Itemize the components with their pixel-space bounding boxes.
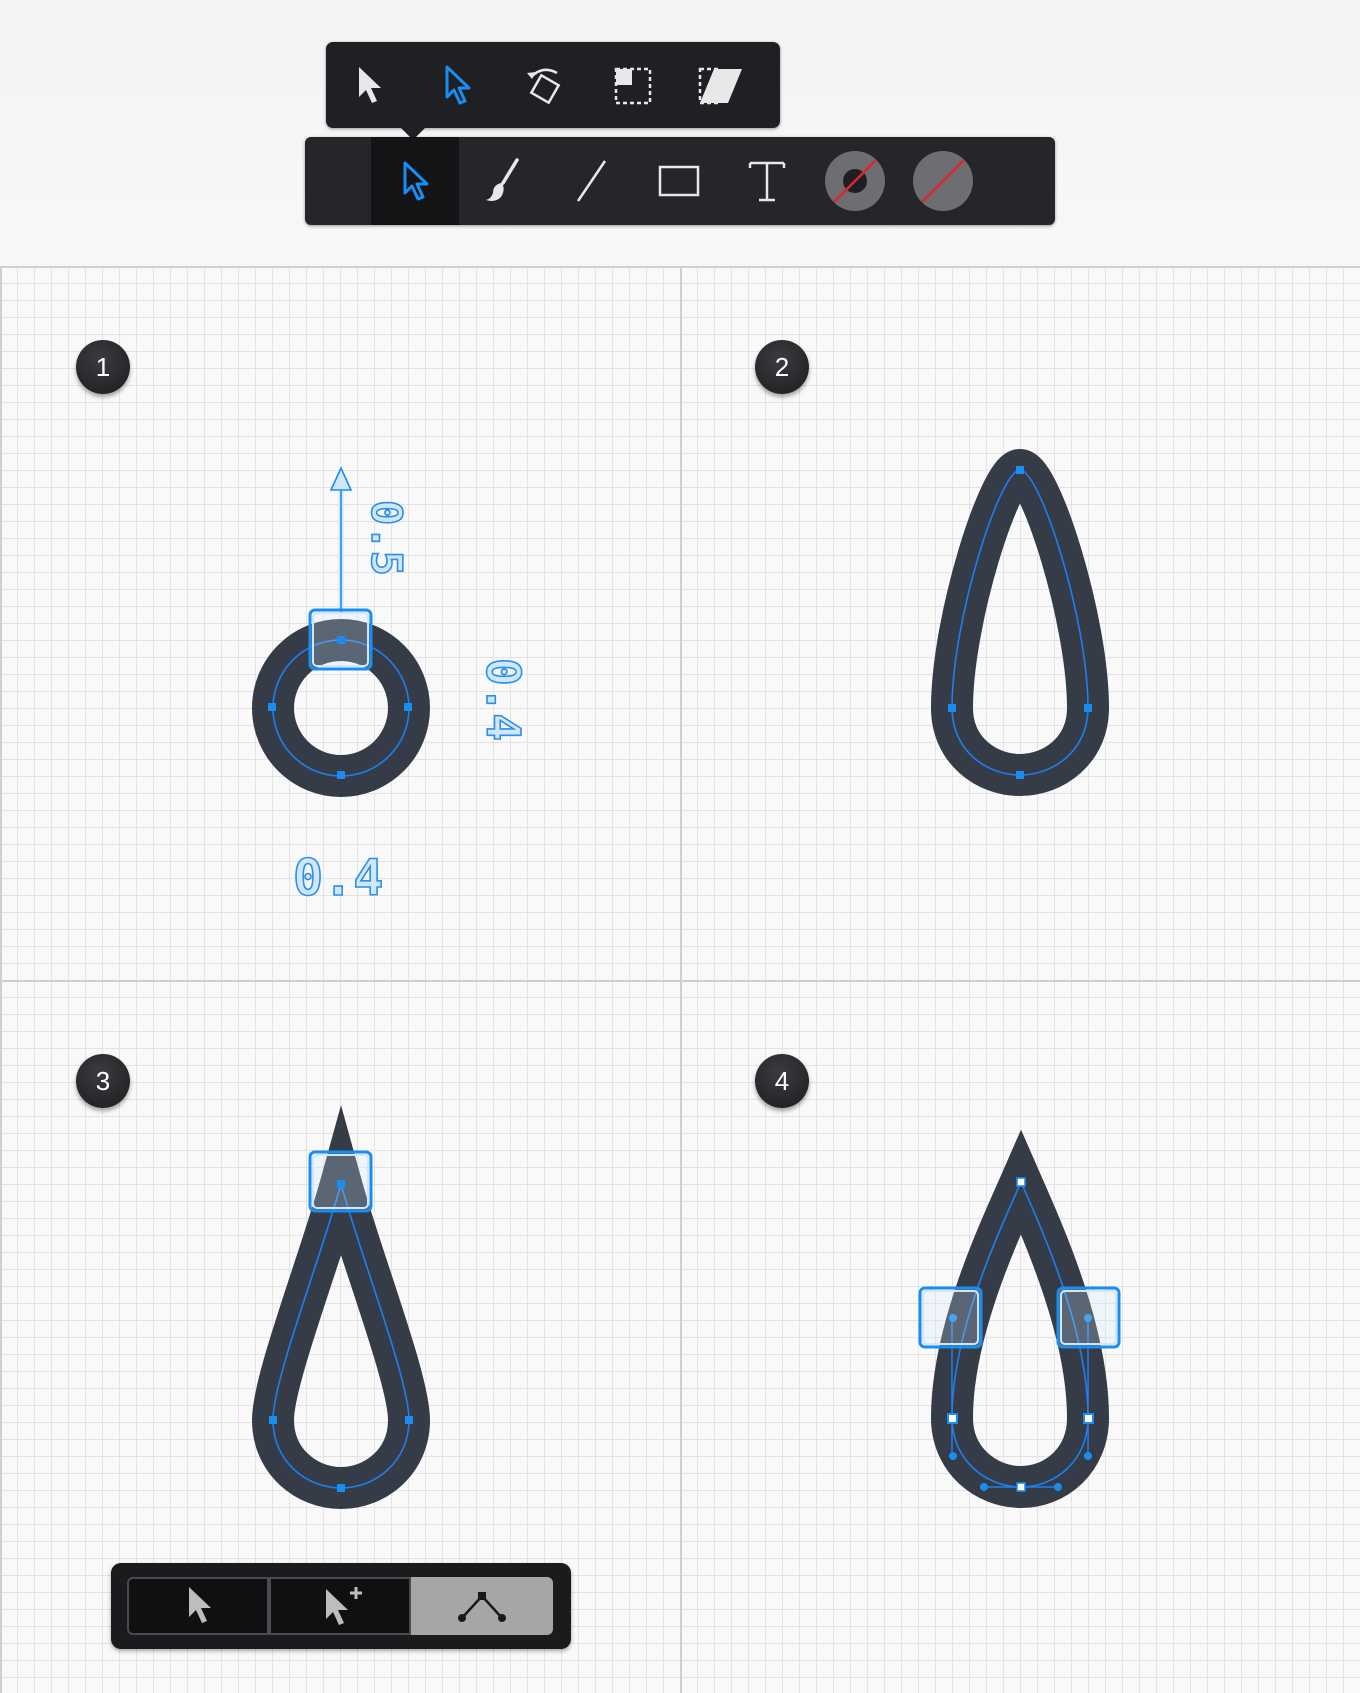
measurement-0-4-right-label: 0.4 (475, 657, 531, 742)
node-mode-button[interactable] (411, 1577, 553, 1635)
select-node-button[interactable] (127, 1577, 269, 1635)
arrow-plus-icon (326, 1587, 362, 1625)
svg-text:0.5: 0.5 (362, 500, 411, 576)
measurement-0-5-label: 0.5 (361, 499, 412, 576)
svg-text:0.4: 0.4 (293, 849, 383, 907)
arrow-pointer-icon (189, 1587, 211, 1623)
node-toolbar (111, 1563, 571, 1649)
step2-drop-shape[interactable] (931, 449, 1109, 796)
svg-text:0.4: 0.4 (476, 658, 530, 741)
node-corner-icon (458, 1592, 506, 1622)
step3-drop-shape[interactable] (251, 1105, 431, 1510)
add-node-button[interactable] (269, 1577, 411, 1635)
canvas-drawings: 0.5 0.4 0.4 (251, 449, 1121, 1510)
step4-drop-shape[interactable] (918, 1129, 1121, 1509)
measurement-0-4-bottom-label: 0.4 (292, 848, 384, 908)
